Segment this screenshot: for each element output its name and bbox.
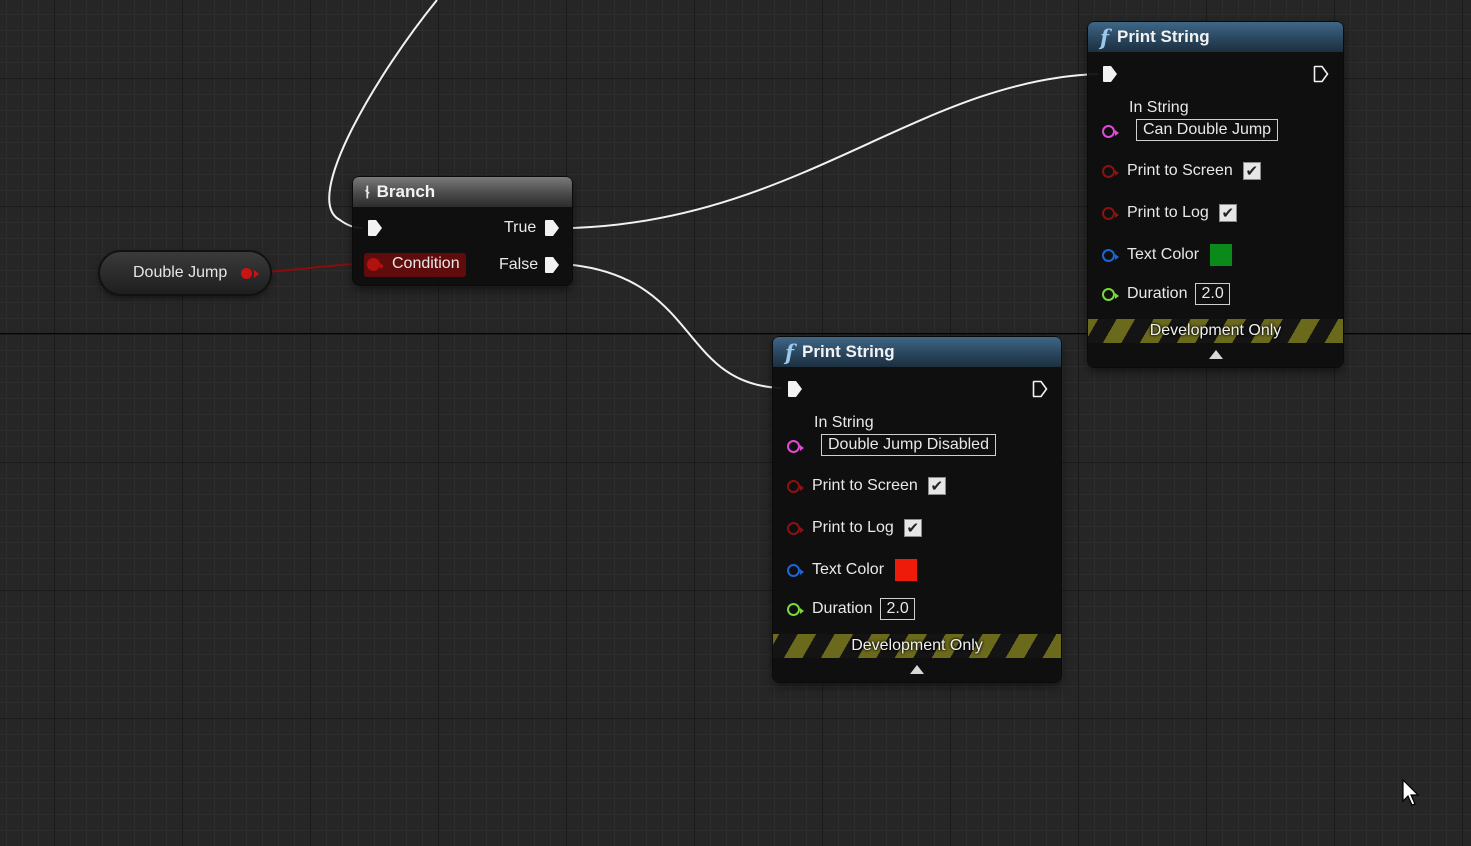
in-string-pin[interactable]: In String Can Double Jump xyxy=(1102,99,1279,141)
exec-wire-true xyxy=(572,73,1099,229)
branch-false-pin[interactable]: False xyxy=(499,256,538,274)
in-string-label: In String xyxy=(814,414,874,431)
in-string-input[interactable]: Double Jump Disabled xyxy=(821,434,996,456)
duration-pin[interactable]: Duration 2.0 xyxy=(787,598,915,620)
development-only-banner: Development Only xyxy=(1088,319,1343,343)
variable-label: Double Jump xyxy=(133,264,228,281)
print-exec-out-pin[interactable] xyxy=(1313,65,1329,83)
in-string-pin[interactable]: In String Double Jump Disabled xyxy=(787,414,996,456)
branch-true-exec-pin[interactable] xyxy=(544,219,560,237)
bool-pin-icon xyxy=(1102,164,1119,178)
mouse-cursor-icon xyxy=(1402,779,1420,806)
bool-pin-icon xyxy=(1102,206,1119,220)
print-to-log-label: Print to Log xyxy=(812,519,894,536)
print-to-log-pin[interactable]: Print to Log ✔ xyxy=(787,519,922,537)
print-string-title: Print String xyxy=(802,342,895,361)
print-to-screen-pin[interactable]: Print to Screen ✔ xyxy=(787,477,946,495)
branch-false-exec-pin[interactable] xyxy=(544,256,560,274)
in-string-input[interactable]: Can Double Jump xyxy=(1136,119,1279,141)
color-pin-icon xyxy=(787,563,804,577)
string-pin-icon xyxy=(787,439,804,453)
development-only-label: Development Only xyxy=(851,637,983,654)
string-pin-icon xyxy=(1102,124,1119,138)
condition-pin-icon xyxy=(367,257,384,271)
duration-label: Duration xyxy=(1127,285,1188,302)
false-label: False xyxy=(499,256,539,273)
branch-header: ⫮ Branch xyxy=(353,177,572,207)
duration-input[interactable]: 2.0 xyxy=(880,598,915,620)
duration-pin[interactable]: Duration 2.0 xyxy=(1102,283,1230,305)
double-jump-variable-node[interactable]: Double Jump xyxy=(100,252,270,294)
bool-pin-icon xyxy=(787,521,804,535)
print-string-header: f Print String xyxy=(773,337,1061,367)
function-icon: f xyxy=(785,339,795,365)
function-icon: f xyxy=(1100,24,1110,50)
print-to-screen-label: Print to Screen xyxy=(812,477,918,494)
branch-condition-pin[interactable]: Condition xyxy=(367,255,460,273)
text-color-swatch[interactable] xyxy=(894,558,919,582)
print-to-screen-checkbox[interactable]: ✔ xyxy=(927,477,946,495)
text-color-pin[interactable]: Text Color xyxy=(1102,243,1234,267)
branch-icon: ⫮ xyxy=(365,181,370,202)
print-to-screen-pin[interactable]: Print to Screen ✔ xyxy=(1102,162,1261,180)
bool-pin-icon xyxy=(787,479,804,493)
text-color-label: Text Color xyxy=(812,561,885,578)
float-pin-icon xyxy=(787,602,804,616)
exec-wire-false xyxy=(572,264,783,389)
condition-label: Condition xyxy=(392,255,460,272)
print-string-header: f Print String xyxy=(1088,22,1343,52)
color-pin-icon xyxy=(1102,248,1119,262)
print-string-node-false[interactable]: f Print String Development Only xyxy=(773,337,1061,682)
text-color-swatch[interactable] xyxy=(1209,243,1234,267)
print-to-log-checkbox[interactable]: ✔ xyxy=(1218,204,1237,222)
duration-label: Duration xyxy=(812,600,873,617)
in-string-label: In String xyxy=(1129,99,1189,116)
print-to-screen-label: Print to Screen xyxy=(1127,162,1233,179)
true-label: True xyxy=(504,219,537,236)
text-color-label: Text Color xyxy=(1127,246,1200,263)
expand-arrow-icon[interactable] xyxy=(1208,350,1223,359)
branch-title: Branch xyxy=(376,182,436,201)
print-to-log-checkbox[interactable]: ✔ xyxy=(903,519,922,537)
print-exec-in-pin[interactable] xyxy=(787,380,803,398)
float-pin-icon xyxy=(1102,287,1119,301)
print-to-screen-checkbox[interactable]: ✔ xyxy=(1242,162,1261,180)
development-only-banner: Development Only xyxy=(773,634,1061,658)
print-string-title: Print String xyxy=(1117,27,1210,46)
development-only-label: Development Only xyxy=(1149,322,1282,339)
print-exec-out-pin[interactable] xyxy=(1032,380,1048,398)
branch-true-pin[interactable]: True xyxy=(504,219,536,237)
print-to-log-label: Print to Log xyxy=(1127,204,1209,221)
print-to-log-pin[interactable]: Print to Log ✔ xyxy=(1102,204,1237,222)
text-color-pin[interactable]: Text Color xyxy=(787,558,919,582)
duration-input[interactable]: 2.0 xyxy=(1195,283,1230,305)
print-exec-in-pin[interactable] xyxy=(1102,65,1118,83)
print-string-node-true[interactable]: f Print String Development Only xyxy=(1088,22,1343,367)
bool-output-pin[interactable] xyxy=(241,268,259,279)
expand-arrow-icon[interactable] xyxy=(910,665,924,674)
branch-exec-in-pin[interactable] xyxy=(367,219,383,237)
